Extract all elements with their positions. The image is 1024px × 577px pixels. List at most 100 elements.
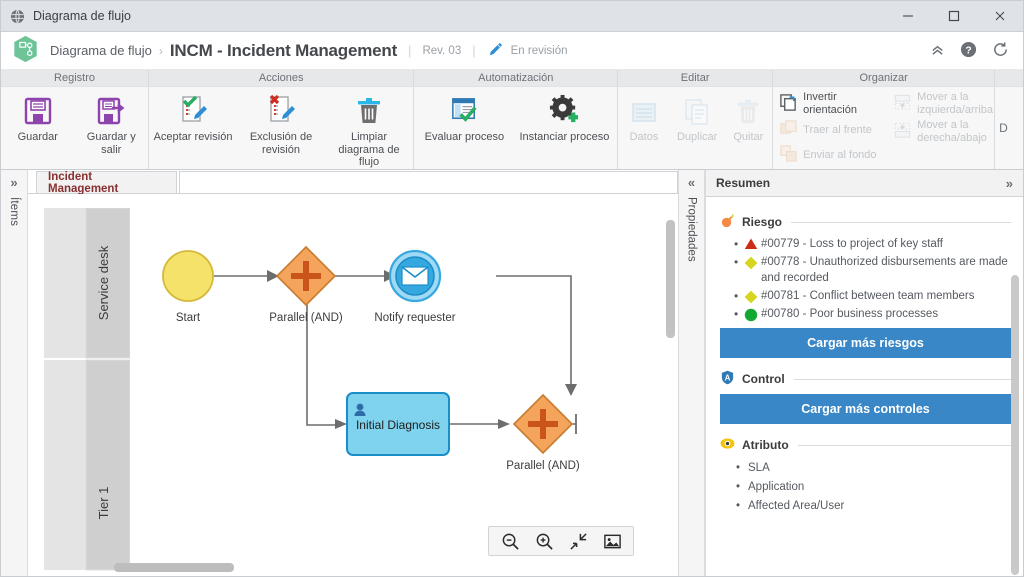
minimize-button[interactable] [885,1,931,32]
save-button[interactable]: Guardar [1,93,75,144]
diagram-pane: Incident Management Service desk Tier 1 … [28,170,678,576]
send-to-back-label: Enviar al fondo [803,148,877,161]
canvas-vertical-scrollbar[interactable] [666,220,675,564]
ribbon-group-editar: Editar Datos Duplicar Quitar [618,70,774,169]
tab-strip: Incident Management [28,170,678,195]
instantiate-process-button[interactable]: Instanciar proceso [514,93,614,144]
bring-to-front-label: Traer al frente [803,123,872,136]
floppy-disk-exit-icon [95,93,127,127]
clear-flowchart-button[interactable]: Limpiar diagrama de flujo [325,93,413,169]
load-more-risks-button[interactable]: Cargar más riesgos [720,328,1011,358]
remove-button-label: Quitar [733,131,764,143]
summary-panel-scrollbar[interactable] [1011,275,1019,575]
chevron-double-up-icon[interactable] [930,42,945,60]
help-circle-icon[interactable]: ? [960,41,977,61]
close-button[interactable] [977,1,1023,32]
section-atributo: Atributo SLA Application Affected Area/U… [720,436,1011,516]
zoom-out-icon[interactable] [494,528,526,554]
properties-rail-label: Propiedades [685,197,698,262]
gear-plus-icon [548,93,581,127]
bring-to-front-button[interactable]: Traer al frente [779,119,891,141]
ribbon-group-title: Registro [1,70,148,87]
tab-label: Incident Management [48,170,119,195]
flowchart-canvas[interactable]: Service desk Tier 1 Start Parallel (AND)… [36,200,656,576]
copy-document-icon [682,93,712,127]
save-button-label: Guardar [17,131,58,143]
canvas-vscroll-thumb[interactable] [666,220,675,338]
ribbon-group-title [995,70,1023,87]
move-right-down-button[interactable]: Mover a la derecha/abajo [893,119,1005,144]
refresh-icon[interactable] [992,41,1009,61]
list-item[interactable]: • #00781 - Conflict between team members [734,288,1011,304]
duplicate-button[interactable]: Duplicar [670,93,725,144]
section-title: Riesgo [742,215,783,229]
canvas-zoom-toolbar [488,526,634,556]
risk-text: #00778 - Unauthorized disbursements are … [761,256,1008,284]
review-exclusion-button[interactable]: Exclusión de revisión [237,93,325,156]
zoom-in-icon[interactable] [528,528,560,554]
header-divider-1: | [408,43,412,58]
items-rail[interactable]: » Ítems [1,170,28,576]
bullet: • [734,237,739,251]
canvas-hscroll-thumb[interactable] [114,563,234,572]
accept-review-button-label: Aceptar revisión [153,131,233,143]
list-item[interactable]: • #00780 - Poor business processes [734,306,1011,322]
evaluate-process-button-label: Evaluar proceso [424,131,505,143]
list-item[interactable]: SLA [736,459,1011,478]
canvas-horizontal-scrollbar[interactable] [44,562,634,574]
send-to-back-button[interactable]: Enviar al fondo [779,144,891,166]
list-item[interactable]: Application [736,478,1011,497]
section-rule [797,444,1011,446]
move-left-up-label: Mover a la izquierda/arriba [917,91,993,116]
main-area: » Ítems Incident Management Service desk… [1,170,1023,576]
ribbon-group-overflow: D [995,70,1023,169]
section-control: A Control Cargar más controles [720,370,1011,424]
ribbon-group-acciones: Acciones Aceptar revisión Exclusión de r… [149,70,415,169]
list-item[interactable]: • #00778 - Unauthorized disbursements ar… [734,254,1011,286]
save-and-exit-button[interactable]: Guardar y salir [75,93,149,156]
summary-panel: Resumen » Riesgo • #00779 - Loss to proj… [705,170,1023,576]
data-button-label: Datos [629,131,659,143]
ribbon-group-title: Automatización [414,70,618,87]
remove-button[interactable]: Quitar [724,93,772,144]
floppy-disk-icon [22,93,54,127]
load-more-controls-button[interactable]: Cargar más controles [720,394,1011,424]
expand-items-chevron-icon[interactable]: » [10,176,17,190]
svg-text:Notify requester: Notify requester [374,312,455,324]
evaluate-process-button[interactable]: Evaluar proceso [414,93,514,144]
document-check-pencil-icon [176,93,210,127]
page-header: Diagrama de flujo › INCM - Incident Mana… [1,32,1023,70]
document-x-pencil-icon [264,93,298,127]
pencil-icon [487,41,504,61]
svg-text:Parallel (AND): Parallel (AND) [506,460,580,472]
move-left-up-button[interactable]: Mover a la izquierda/arriba [893,91,1005,116]
revision-label: Rev. 03 [422,44,462,57]
expand-properties-chevron-icon[interactable]: « [688,176,695,190]
data-button[interactable]: Datos [618,93,670,144]
canvas-wrapper: Service desk Tier 1 Start Parallel (AND)… [28,194,678,576]
window-check-icon [448,93,481,127]
section-title: Atributo [742,438,789,452]
bullet: • [734,289,739,303]
summary-scroll-thumb[interactable] [1011,275,1019,575]
fit-to-screen-icon[interactable] [562,528,594,554]
section-riesgo: Riesgo • #00779 - Loss to project of key… [720,213,1011,358]
section-rule [793,378,1011,380]
maximize-button[interactable] [931,1,977,32]
list-item[interactable]: • #00779 - Loss to project of key staff [734,236,1011,252]
properties-rail[interactable]: « Propiedades [678,170,705,576]
lines-document-icon [629,93,659,127]
tab-incident-management[interactable]: Incident Management [36,170,178,195]
control-shield-icon: A [720,370,735,388]
invert-orientation-button[interactable]: Invertir orientación [779,91,891,116]
export-image-icon[interactable] [596,528,628,554]
organizar-right-column: Mover a la izquierda/arriba Mover a la d… [893,91,1005,169]
collapse-summary-chevron-icon[interactable]: » [1006,176,1013,191]
items-rail-label: Ítems [8,197,20,227]
application-window: Diagrama de flujo Diagrama de flujo › IN… [0,0,1024,577]
list-item[interactable]: Affected Area/User [736,497,1011,516]
accept-review-button[interactable]: Aceptar revisión [149,93,237,144]
ribbon-group-title: Organizar [773,70,995,87]
risk-marker-diamond-icon [744,254,761,270]
breadcrumb-root[interactable]: Diagrama de flujo [50,43,152,58]
